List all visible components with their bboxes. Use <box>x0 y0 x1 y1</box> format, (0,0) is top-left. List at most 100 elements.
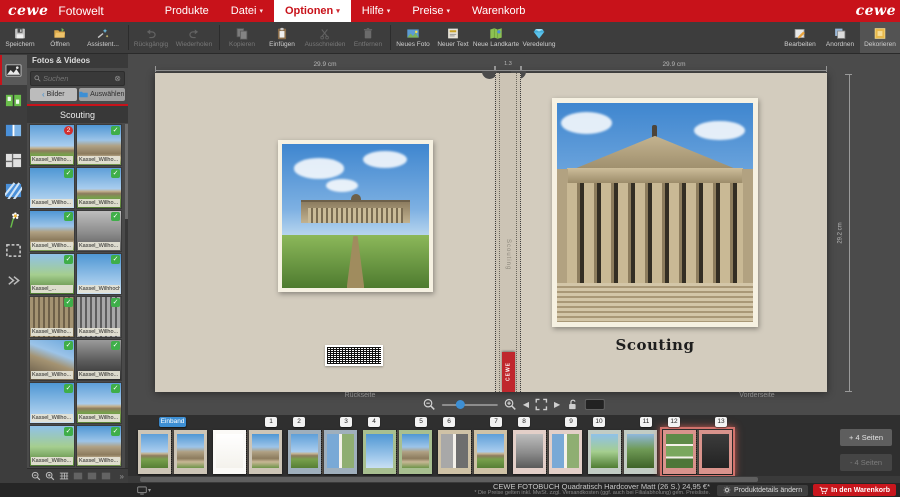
back-page-label: Rückseite <box>300 392 420 399</box>
sidebar-scrollbar[interactable] <box>125 124 128 468</box>
menu-produkte[interactable]: Produkte <box>154 0 220 22</box>
back-to-bilder-button[interactable]: ‹Bilder <box>30 88 77 101</box>
list-icon <box>101 471 111 481</box>
neue-landkarte-button[interactable]: Neue Landkarte <box>473 22 519 53</box>
zoom-slider[interactable] <box>442 404 498 406</box>
remove-pages-button: - 4 Seiten <box>840 454 892 471</box>
photo-thumbnail[interactable]: ✓Kassel_Willho... <box>76 339 122 381</box>
search-box[interactable]: ⊗ <box>30 71 125 86</box>
next-spread-icon[interactable]: ▶ <box>554 401 560 409</box>
rail-item-cliparts[interactable] <box>0 205 27 235</box>
back-cover-photo[interactable] <box>278 140 433 292</box>
copy-icon <box>235 27 249 40</box>
photo-thumbnail[interactable]: ✓Kassel_Willho... <box>76 296 122 338</box>
veredelung-button[interactable]: Veredelung <box>519 22 559 53</box>
photo-thumbnail[interactable]: 2Kassel_Willho... <box>29 124 75 166</box>
rail-item-photos[interactable] <box>0 55 27 85</box>
product-details-button[interactable]: Produktdetails ändern <box>717 485 808 496</box>
page-spread-thumbnail[interactable]: 1011 <box>588 430 657 474</box>
photo-thumbnail[interactable]: ✓Kassel_Willho... <box>76 210 122 252</box>
cover-title-text[interactable]: Scouting <box>552 336 758 354</box>
menu-hilfe[interactable]: Hilfe▾ <box>351 0 402 22</box>
selected-check-badge: ✓ <box>111 212 120 221</box>
photo-thumbnail[interactable]: ✓Kassel_Willho... <box>29 167 75 209</box>
photos-panel: Fotos & Videos ⊗ ‹Bilder Auswählen Scout… <box>27 54 128 483</box>
anordnen-button[interactable]: Anordnen <box>820 22 860 53</box>
photo-thumbnail[interactable]: ✓Kassel_... <box>29 253 75 295</box>
spreads-icon <box>5 122 22 139</box>
spine-brand-tab: CEWE <box>502 352 515 392</box>
neues-foto-button[interactable]: Neues Foto <box>393 22 433 53</box>
toolbar-button-label: Anordnen <box>826 41 854 48</box>
grid-view-icon[interactable] <box>59 471 69 481</box>
book-spine[interactable]: Scouting CEWE <box>495 73 521 392</box>
templates-icon <box>5 152 22 169</box>
rail-item-templates[interactable] <box>0 145 27 175</box>
toolbar-separator <box>128 25 129 50</box>
mini-photo <box>291 434 318 468</box>
thumbnail-zoom-out-icon[interactable] <box>31 471 41 481</box>
album-section-header[interactable]: Scouting <box>27 106 128 123</box>
thumbnail-zoom-in-icon[interactable] <box>45 471 55 481</box>
photo-thumbnail[interactable]: ✓Kassel_Wilhhoch-00... <box>76 253 122 295</box>
photo-thumbnail[interactable]: ✓Kassel_Willho... <box>29 339 75 381</box>
rail-item-more[interactable] <box>0 265 27 295</box>
page-spread-thumbnail[interactable]: 67 <box>438 430 507 474</box>
mini-photo <box>702 434 729 468</box>
zoom-slider-knob[interactable] <box>456 400 465 409</box>
clear-search-icon[interactable]: ⊗ <box>114 75 121 83</box>
photo-thumbnail[interactable]: ✓Kassel_Willho... <box>76 425 122 467</box>
front-cover-photo[interactable] <box>552 98 758 327</box>
speichern-button[interactable]: Speichern <box>0 22 40 53</box>
einfügen-button[interactable]: Einfügen <box>262 22 302 53</box>
book-cover-spread[interactable]: Scouting CEWE Scouting <box>155 73 827 392</box>
photo-thumbnail[interactable]: ✓Kassel_Willho... <box>76 167 122 209</box>
page-spread-thumbnail[interactable]: 89 <box>513 430 582 474</box>
spine-title[interactable]: Scouting <box>505 239 511 270</box>
unlock-icon[interactable] <box>566 398 579 411</box>
photo-thumbnail[interactable]: ✓Kassel_Willho... <box>29 210 75 252</box>
photo-thumbnail[interactable]: ✓Kassel_Willho... <box>76 124 122 166</box>
bearbeiten-button[interactable]: Bearbeiten <box>780 22 820 53</box>
dekorieren-button[interactable]: Dekorieren <box>860 22 900 53</box>
rail-item-backgrounds[interactable] <box>0 175 27 205</box>
previous-spread-icon[interactable]: ◀ <box>523 401 529 409</box>
photo-thumbnail[interactable]: ✓Kassel_Willho... <box>29 382 75 424</box>
zoom-out-icon[interactable] <box>423 398 436 411</box>
tools-more-icon[interactable]: » <box>120 472 124 481</box>
fit-to-screen-icon[interactable] <box>535 398 548 411</box>
select-photos-button[interactable]: Auswählen <box>79 88 126 101</box>
menu-preise[interactable]: Preise▾ <box>401 0 461 22</box>
photos-icon <box>5 62 22 79</box>
rail-item-spreads[interactable] <box>0 115 27 145</box>
zoom-in-icon[interactable] <box>504 398 517 411</box>
decorate-icon <box>873 27 887 40</box>
rail-item-frames[interactable] <box>0 235 27 265</box>
mini-page-left <box>588 430 621 474</box>
page-spread-thumbnail[interactable]: 1213 <box>663 430 732 474</box>
scissors-icon <box>318 27 332 40</box>
photo-filename: Kassel_Willho... <box>78 457 120 465</box>
new-photo-icon <box>406 27 420 40</box>
photo-thumbnail[interactable]: ✓Kassel_Willho... <box>76 382 122 424</box>
selected-check-badge: ✓ <box>64 341 73 350</box>
page-spread-thumbnail[interactable]: 1 <box>213 430 282 474</box>
menu-warenkorb[interactable]: Warenkorb <box>461 0 536 22</box>
photo-thumbnail[interactable]: ✓Kassel_Willho... <box>29 296 75 338</box>
display-scale-button[interactable]: ▾ <box>137 486 151 495</box>
page-spread-thumbnail[interactable]: 45 <box>363 430 432 474</box>
menu-datei[interactable]: Datei▾ <box>220 0 274 22</box>
page-spread-thumbnail[interactable]: 23 <box>288 430 357 474</box>
menu-optionen[interactable]: Optionen▾ <box>274 0 351 22</box>
assistent--button[interactable]: Assistent... <box>80 22 126 53</box>
rail-item-layouts[interactable] <box>0 85 27 115</box>
add-pages-button[interactable]: + 4 Seiten <box>840 429 892 446</box>
add-to-cart-button[interactable]: In den Warenkorb <box>813 484 896 496</box>
single-page-view-toggle[interactable] <box>585 399 605 410</box>
neuer-text-button[interactable]: Neuer Text <box>433 22 473 53</box>
photo-thumbnail[interactable]: ✓Kassel_Willho... <box>29 425 75 467</box>
page-spread-thumbnail[interactable]: Einband <box>138 430 207 474</box>
öffnen-button[interactable]: Öffnen <box>40 22 80 53</box>
search-input[interactable] <box>43 74 112 83</box>
status-bar: ▾ CEWE FOTOBUCH Quadratisch Hardcover Ma… <box>0 483 900 497</box>
